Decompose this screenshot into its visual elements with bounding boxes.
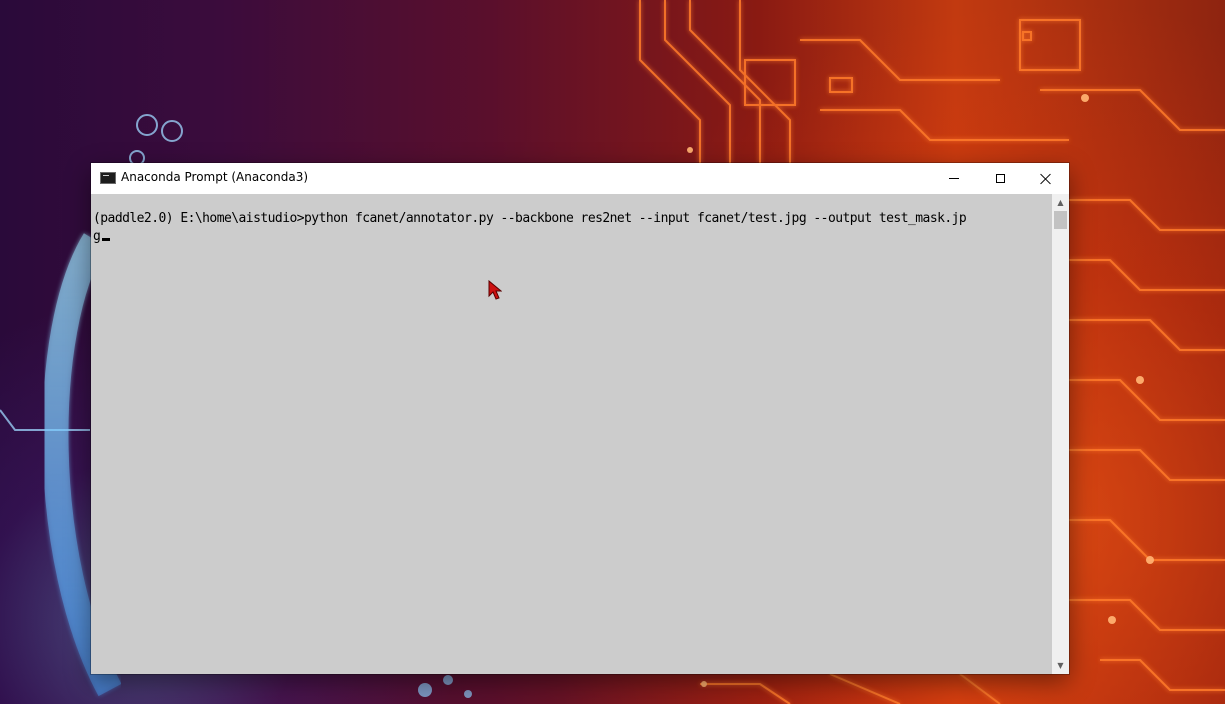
console-line-input[interactable]: g (93, 228, 110, 246)
chevron-down-icon[interactable]: ▼ (1052, 657, 1069, 674)
window-title: Anaconda Prompt (Anaconda3) (121, 170, 309, 184)
console-line-text: g (93, 229, 101, 244)
mouse-pointer-icon (488, 280, 502, 300)
close-icon (1040, 173, 1052, 185)
console-output[interactable]: (paddle2.0) E:\home\aistudio>python fcan… (91, 194, 1052, 674)
close-button[interactable] (1023, 163, 1069, 194)
maximize-icon (995, 174, 1005, 183)
title-bar[interactable]: Anaconda Prompt (Anaconda3) (91, 163, 1069, 194)
maximize-button[interactable] (977, 163, 1023, 194)
scrollbar-thumb[interactable] (1054, 211, 1067, 229)
minimize-icon (949, 178, 959, 179)
desktop-background: Anaconda Prompt (Anaconda3) (paddle2.0) … (0, 0, 1225, 704)
chevron-up-icon[interactable]: ▲ (1052, 194, 1069, 211)
text-cursor (101, 238, 110, 241)
vertical-scrollbar[interactable]: ▲ ▼ (1052, 194, 1069, 674)
console-app-icon[interactable] (100, 172, 116, 184)
minimize-button[interactable] (931, 163, 977, 194)
console-line: (paddle2.0) E:\home\aistudio>python fcan… (93, 211, 967, 226)
console-window[interactable]: Anaconda Prompt (Anaconda3) (paddle2.0) … (91, 163, 1069, 674)
